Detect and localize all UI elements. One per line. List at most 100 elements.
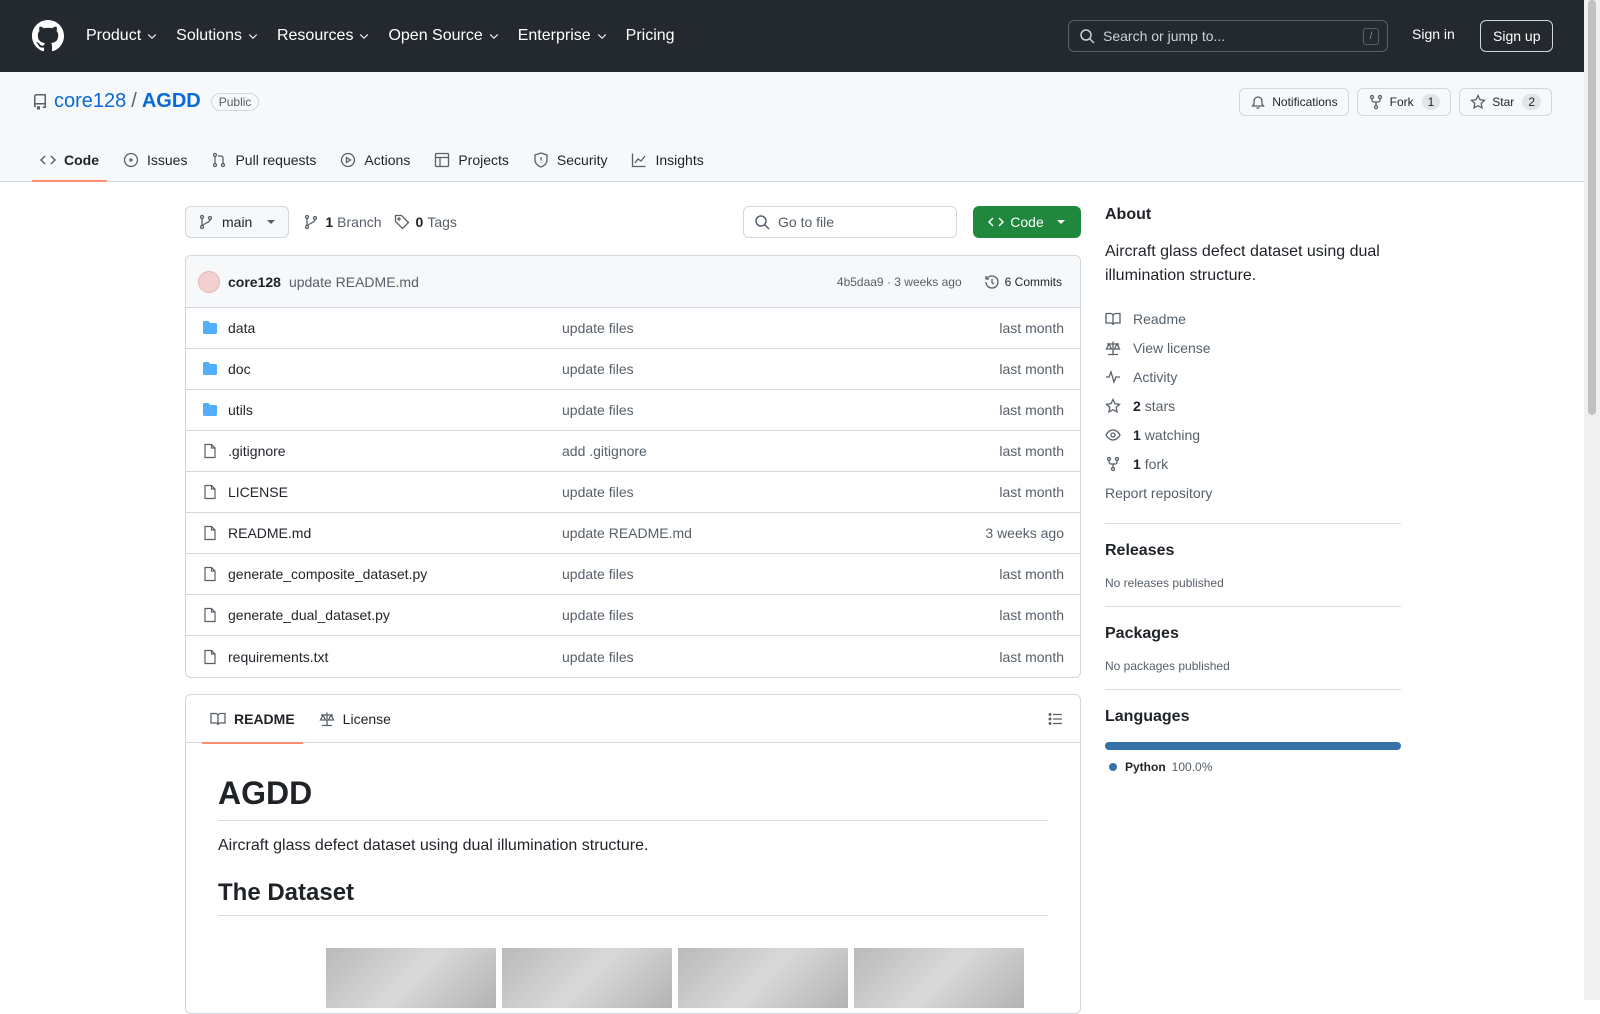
- file-name-link[interactable]: requirements.txt: [228, 649, 562, 665]
- sign-up-button[interactable]: Sign up: [1480, 20, 1554, 52]
- tab-insights[interactable]: Insights: [623, 138, 711, 182]
- file-row[interactable]: LICENSE update files last month: [186, 472, 1080, 513]
- search-shortcut: /: [1363, 28, 1379, 45]
- nav-enterprise[interactable]: Enterprise: [518, 27, 608, 45]
- latest-commit: core128 update README.md 4b5daa9 · 3 wee…: [186, 256, 1080, 308]
- scrollbar-thumb[interactable]: [1588, 0, 1596, 415]
- file-row[interactable]: doc update files last month: [186, 349, 1080, 390]
- branches-link[interactable]: 1 Branch: [303, 214, 382, 230]
- file-name-link[interactable]: doc: [228, 361, 562, 377]
- file-commit-message[interactable]: update files: [562, 361, 999, 377]
- fork-icon: [1369, 94, 1382, 110]
- search-icon: [1080, 29, 1095, 44]
- tab-pull-requests[interactable]: Pull requests: [203, 138, 324, 182]
- file-type-icon: [202, 361, 218, 377]
- file-name-link[interactable]: generate_dual_dataset.py: [228, 607, 562, 623]
- file-row[interactable]: utils update files last month: [186, 390, 1080, 431]
- file-type-icon: [202, 484, 218, 500]
- file-row[interactable]: generate_dual_dataset.py update files last…: [186, 595, 1080, 636]
- license-link[interactable]: View license: [1105, 333, 1401, 362]
- nav-pricing[interactable]: Pricing: [626, 27, 675, 45]
- sign-in-link[interactable]: Sign in: [1412, 26, 1455, 42]
- file-commit-date: last month: [999, 566, 1064, 582]
- tab-readme[interactable]: README: [202, 695, 303, 744]
- watching-link[interactable]: 1 watching: [1105, 420, 1401, 449]
- nav-resources[interactable]: Resources: [277, 27, 370, 45]
- file-type-icon: [202, 525, 218, 541]
- tab-issues[interactable]: Issues: [115, 138, 195, 182]
- file-commit-message[interactable]: update README.md: [562, 525, 985, 541]
- file-commit-message[interactable]: update files: [562, 402, 999, 418]
- repo-name-link[interactable]: AGDD: [142, 90, 201, 113]
- activity-link[interactable]: Activity: [1105, 362, 1401, 391]
- readme-tabs: README License: [186, 695, 1080, 744]
- tab-actions[interactable]: Actions: [332, 138, 418, 182]
- github-logo-icon[interactable]: [32, 20, 64, 52]
- fork-button[interactable]: Fork 1: [1356, 88, 1452, 116]
- releases-heading[interactable]: Releases: [1105, 542, 1401, 560]
- star-icon: [1105, 397, 1121, 413]
- notifications-button[interactable]: Notifications: [1239, 88, 1349, 116]
- file-commit-message[interactable]: add .gitignore: [562, 443, 999, 459]
- tab-security[interactable]: Security: [525, 138, 616, 182]
- file-commit-message[interactable]: update files: [562, 484, 999, 500]
- tags-link[interactable]: 0 Tags: [394, 214, 457, 230]
- history-icon: [985, 274, 999, 289]
- notifications-label: Notifications: [1272, 95, 1338, 109]
- language-bar: [1105, 742, 1401, 750]
- readme-description: Aircraft glass defect dataset using dual…: [218, 837, 649, 854]
- file-name-link[interactable]: README.md: [228, 525, 562, 541]
- forks-link[interactable]: 1 fork: [1105, 449, 1401, 478]
- star-count: 2: [1522, 94, 1541, 110]
- star-label: Star: [1492, 95, 1515, 109]
- star-button[interactable]: Star 2: [1459, 88, 1552, 116]
- file-type-icon: [202, 402, 218, 418]
- tab-projects[interactable]: Projects: [426, 138, 517, 182]
- nav-product[interactable]: Product: [86, 27, 158, 45]
- file-commit-message[interactable]: update files: [562, 607, 999, 623]
- file-row[interactable]: generate_composite_dataset.py update file…: [186, 554, 1080, 595]
- commit-message[interactable]: update README.md: [289, 274, 419, 290]
- nav-solutions[interactable]: Solutions: [176, 27, 259, 45]
- file-row[interactable]: data update files last month: [186, 308, 1080, 349]
- report-repository-link[interactable]: Report repository: [1105, 478, 1401, 507]
- packages-section: Packages No packages published: [1105, 606, 1401, 673]
- file-commit-message[interactable]: update files: [562, 566, 999, 582]
- file-row[interactable]: README.md update README.md 3 weeks ago: [186, 513, 1080, 554]
- file-commit-message[interactable]: update files: [562, 649, 999, 665]
- go-to-file-input[interactable]: Go to file: [743, 206, 957, 238]
- caret-down-icon: [267, 220, 276, 224]
- search-input[interactable]: Search or jump to... /: [1068, 20, 1388, 52]
- avatar[interactable]: [198, 270, 220, 293]
- file-row[interactable]: .gitignore add .gitignore last month: [186, 431, 1080, 472]
- scale-icon: [319, 712, 335, 726]
- file-row[interactable]: requirements.txt update files last month: [186, 636, 1080, 677]
- branch-select[interactable]: main: [185, 206, 290, 238]
- code-dropdown-button[interactable]: Code: [973, 206, 1081, 238]
- packages-heading[interactable]: Packages: [1105, 625, 1401, 643]
- file-commit-date: last month: [999, 484, 1064, 500]
- commit-hash-time[interactable]: 4b5daa9 · 3 weeks ago: [837, 275, 962, 289]
- file-commit-message[interactable]: update files: [562, 320, 999, 336]
- code-icon: [40, 155, 56, 165]
- commit-author[interactable]: core128: [228, 274, 281, 290]
- language-item[interactable]: Python 100.0%: [1105, 760, 1401, 774]
- file-name-link[interactable]: generate_composite_dataset.py: [228, 566, 562, 582]
- tab-license[interactable]: License: [311, 695, 399, 743]
- repo-owner-link[interactable]: core128: [54, 90, 126, 113]
- dataset-images: [326, 948, 1048, 1008]
- file-name-link[interactable]: utils: [228, 402, 562, 418]
- shield-icon: [534, 152, 548, 168]
- stars-link[interactable]: 2 stars: [1105, 391, 1401, 420]
- readme-panel: README License AGDD Aircraft glass defec…: [185, 694, 1081, 1014]
- readme-link[interactable]: Readme: [1105, 304, 1401, 333]
- file-name-link[interactable]: .gitignore: [228, 443, 562, 459]
- file-commit-date: last month: [999, 648, 1064, 665]
- file-type-icon: [202, 443, 218, 459]
- file-name-link[interactable]: data: [228, 320, 562, 336]
- list-icon[interactable]: [1048, 711, 1064, 727]
- commits-link[interactable]: 6 Commits: [978, 270, 1068, 294]
- nav-open-source[interactable]: Open Source: [388, 27, 499, 45]
- tab-code[interactable]: Code: [32, 138, 107, 182]
- file-name-link[interactable]: LICENSE: [228, 484, 562, 500]
